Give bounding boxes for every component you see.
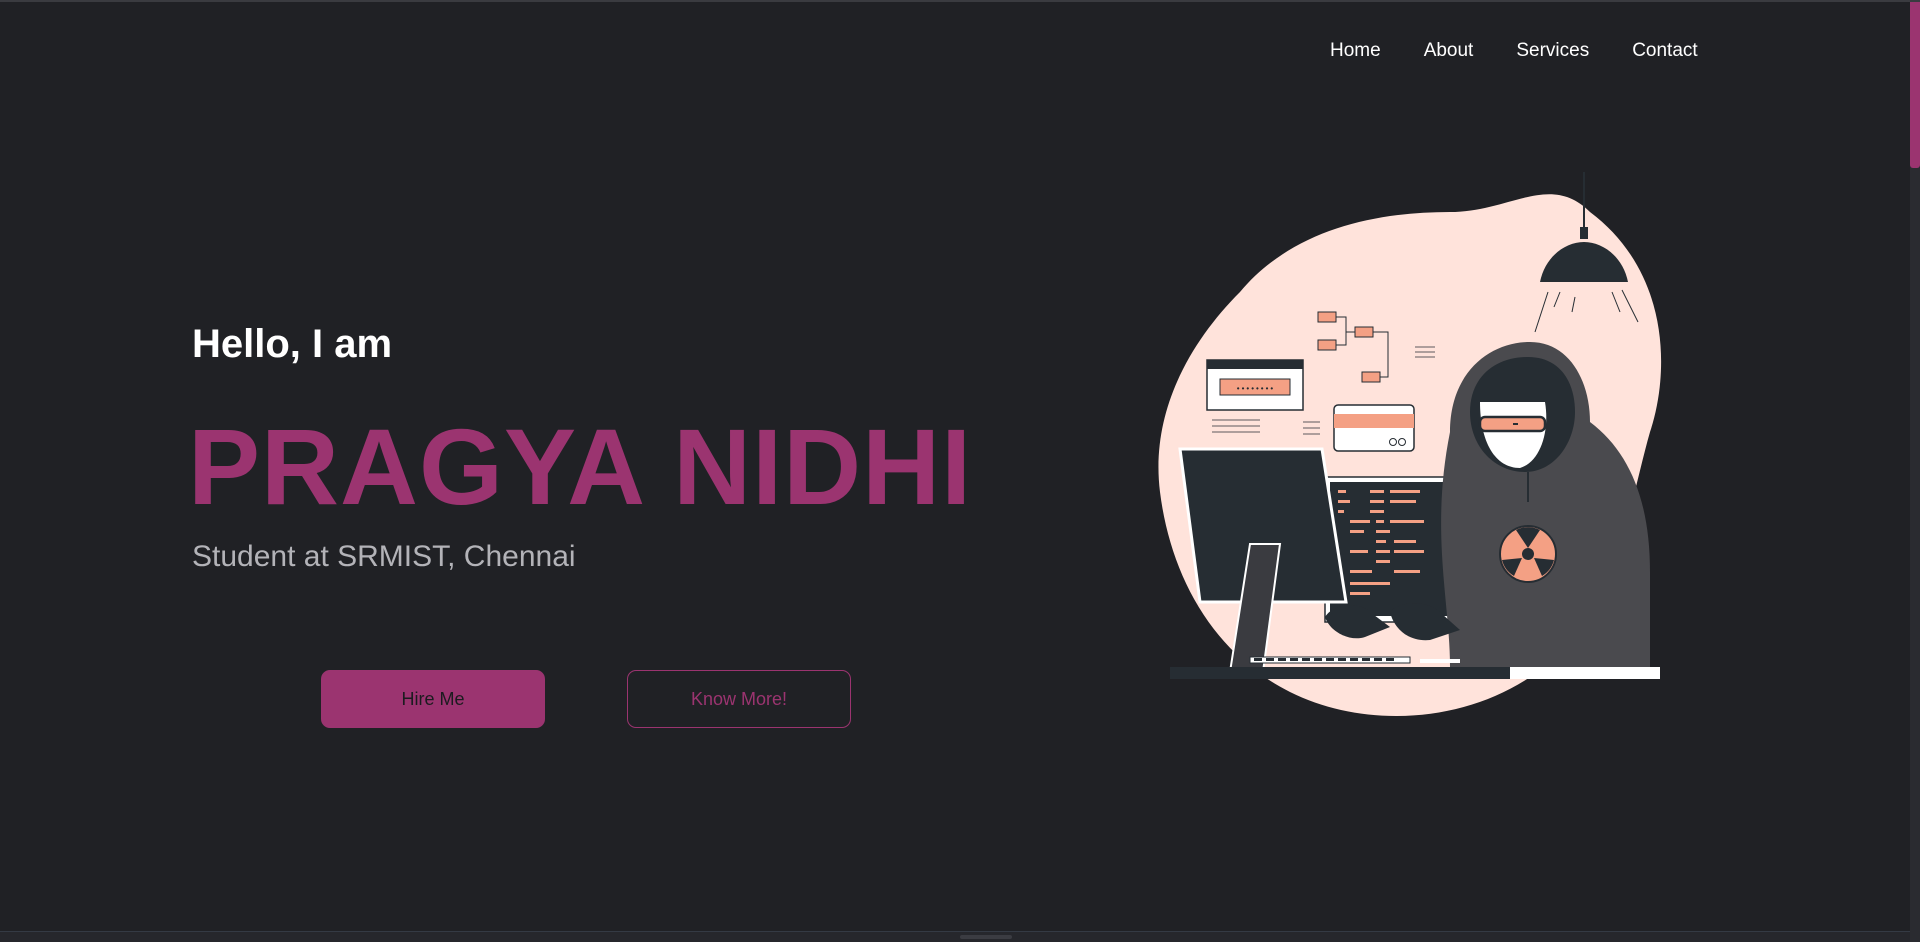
hero-greeting: Hello, I am [192,322,393,366]
hero-subtitle: Student at SRMIST, Chennai [192,540,576,573]
horizontal-scrollbar[interactable] [0,931,1910,942]
svg-text:••••••••: •••••••• [1236,385,1274,394]
hacker-at-computer-illustration-icon: •••••••• [1158,172,1662,716]
nav-contact-link[interactable]: Contact [1632,40,1697,62]
hero-name: PRAGYA NIDHI [188,406,973,527]
page-scrollbar[interactable] [1910,2,1920,942]
page: Home About Services Contact Hello, I am … [0,0,1920,942]
nav-services-link[interactable]: Services [1516,40,1589,62]
hire-me-button[interactable]: Hire Me [321,670,545,728]
hacker-illustration: •••••••• [1150,172,1670,737]
know-more-button[interactable]: Know More! [627,670,851,728]
scrollbar-thumb[interactable] [1910,2,1920,168]
nav-about-link[interactable]: About [1424,40,1474,62]
nav-home-link[interactable]: Home [1330,40,1381,62]
horizontal-scrollbar-handle[interactable] [960,935,1012,939]
navbar: Home About Services Contact [1330,40,1698,62]
